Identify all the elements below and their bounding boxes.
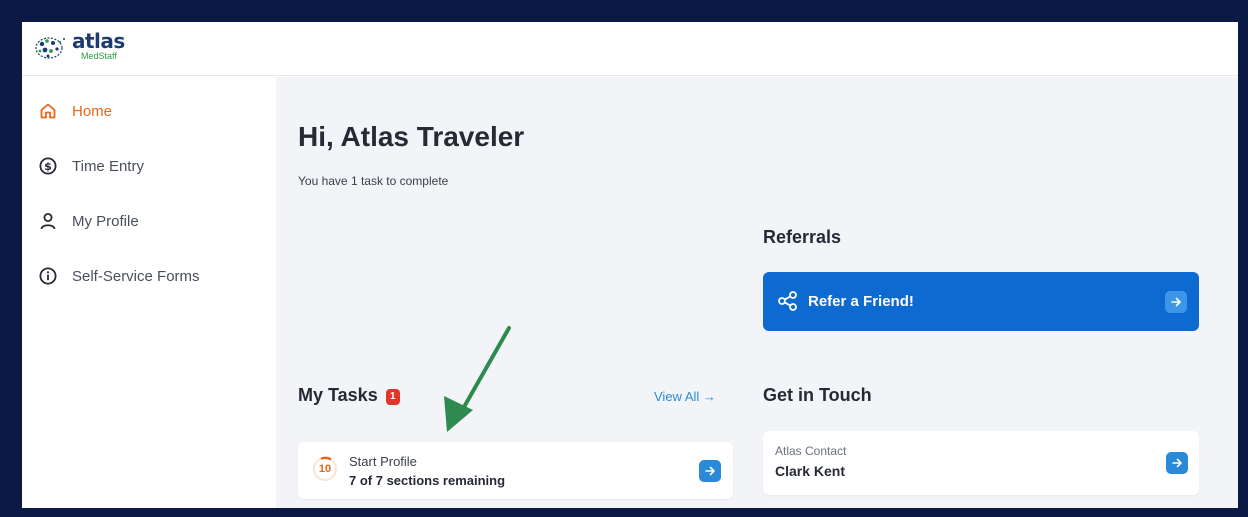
contact-card[interactable]: Atlas Contact Clark Kent <box>763 431 1199 495</box>
sidebar-item-label: Home <box>72 102 113 120</box>
task-count-badge: 1 <box>385 389 400 405</box>
arrow-right-icon <box>1172 458 1182 468</box>
page-title: Hi, Atlas Traveler <box>298 121 525 152</box>
task-title: Start Profile <box>349 454 417 469</box>
main-content: Hi, Atlas Traveler You have 1 task to co… <box>276 77 1238 508</box>
home-icon <box>38 101 58 121</box>
share-icon <box>777 290 799 317</box>
view-all-link[interactable]: View All → <box>654 389 716 404</box>
refer-friend-label: Refer a Friend! <box>808 293 914 310</box>
refer-friend-button[interactable]: Refer a Friend! <box>763 272 1199 331</box>
my-tasks-title: My Tasks 1 <box>298 385 400 406</box>
sidebar-item-label: My Profile <box>72 212 139 230</box>
sidebar-item-home[interactable]: Home <box>38 101 112 121</box>
top-bar: atlas MedStaff <box>22 22 1238 76</box>
task-card-start-profile[interactable]: 10 Start Profile 7 of 7 sections remaini… <box>298 442 733 499</box>
contact-label: Atlas Contact <box>775 444 847 458</box>
sidebar-item-label: Self-Service Forms <box>72 267 200 285</box>
info-circle-icon <box>38 266 58 286</box>
referrals-title: Referrals <box>763 227 842 247</box>
my-tasks-label: My Tasks <box>298 385 378 405</box>
user-icon <box>38 211 58 231</box>
dollar-circle-icon: $ <box>38 156 58 176</box>
get-in-touch-title: Get in Touch <box>763 385 872 405</box>
brand-sub: MedStaff <box>81 51 117 61</box>
svg-text:$: $ <box>44 160 52 173</box>
arrow-right-icon <box>705 466 715 476</box>
brand-name: atlas <box>72 29 125 53</box>
task-subtitle: 7 of 7 sections remaining <box>349 473 506 488</box>
sidebar-item-time-entry[interactable]: $ Time Entry <box>38 156 144 176</box>
progress-ring-icon: 10 <box>312 454 338 484</box>
task-open-button[interactable] <box>699 460 721 482</box>
sidebar-item-label: Time Entry <box>72 157 144 175</box>
contact-open-button[interactable] <box>1166 452 1188 474</box>
progress-number: 10 <box>318 463 332 475</box>
contact-name: Clark Kent <box>775 463 846 479</box>
sidebar-item-my-profile[interactable]: My Profile <box>38 211 139 231</box>
arrow-right-icon <box>1165 291 1187 313</box>
sidebar: Home $ Time Entry My Profile Self-Servic… <box>22 77 276 508</box>
sidebar-item-self-service-forms[interactable]: Self-Service Forms <box>38 266 200 286</box>
task-count-text: You have 1 task to complete <box>298 174 449 188</box>
globe-logo-icon <box>35 37 65 59</box>
app-window: atlas MedStaff Home $ Time Entry My Prof… <box>22 22 1238 508</box>
brand-logo[interactable]: atlas MedStaff <box>34 31 125 61</box>
